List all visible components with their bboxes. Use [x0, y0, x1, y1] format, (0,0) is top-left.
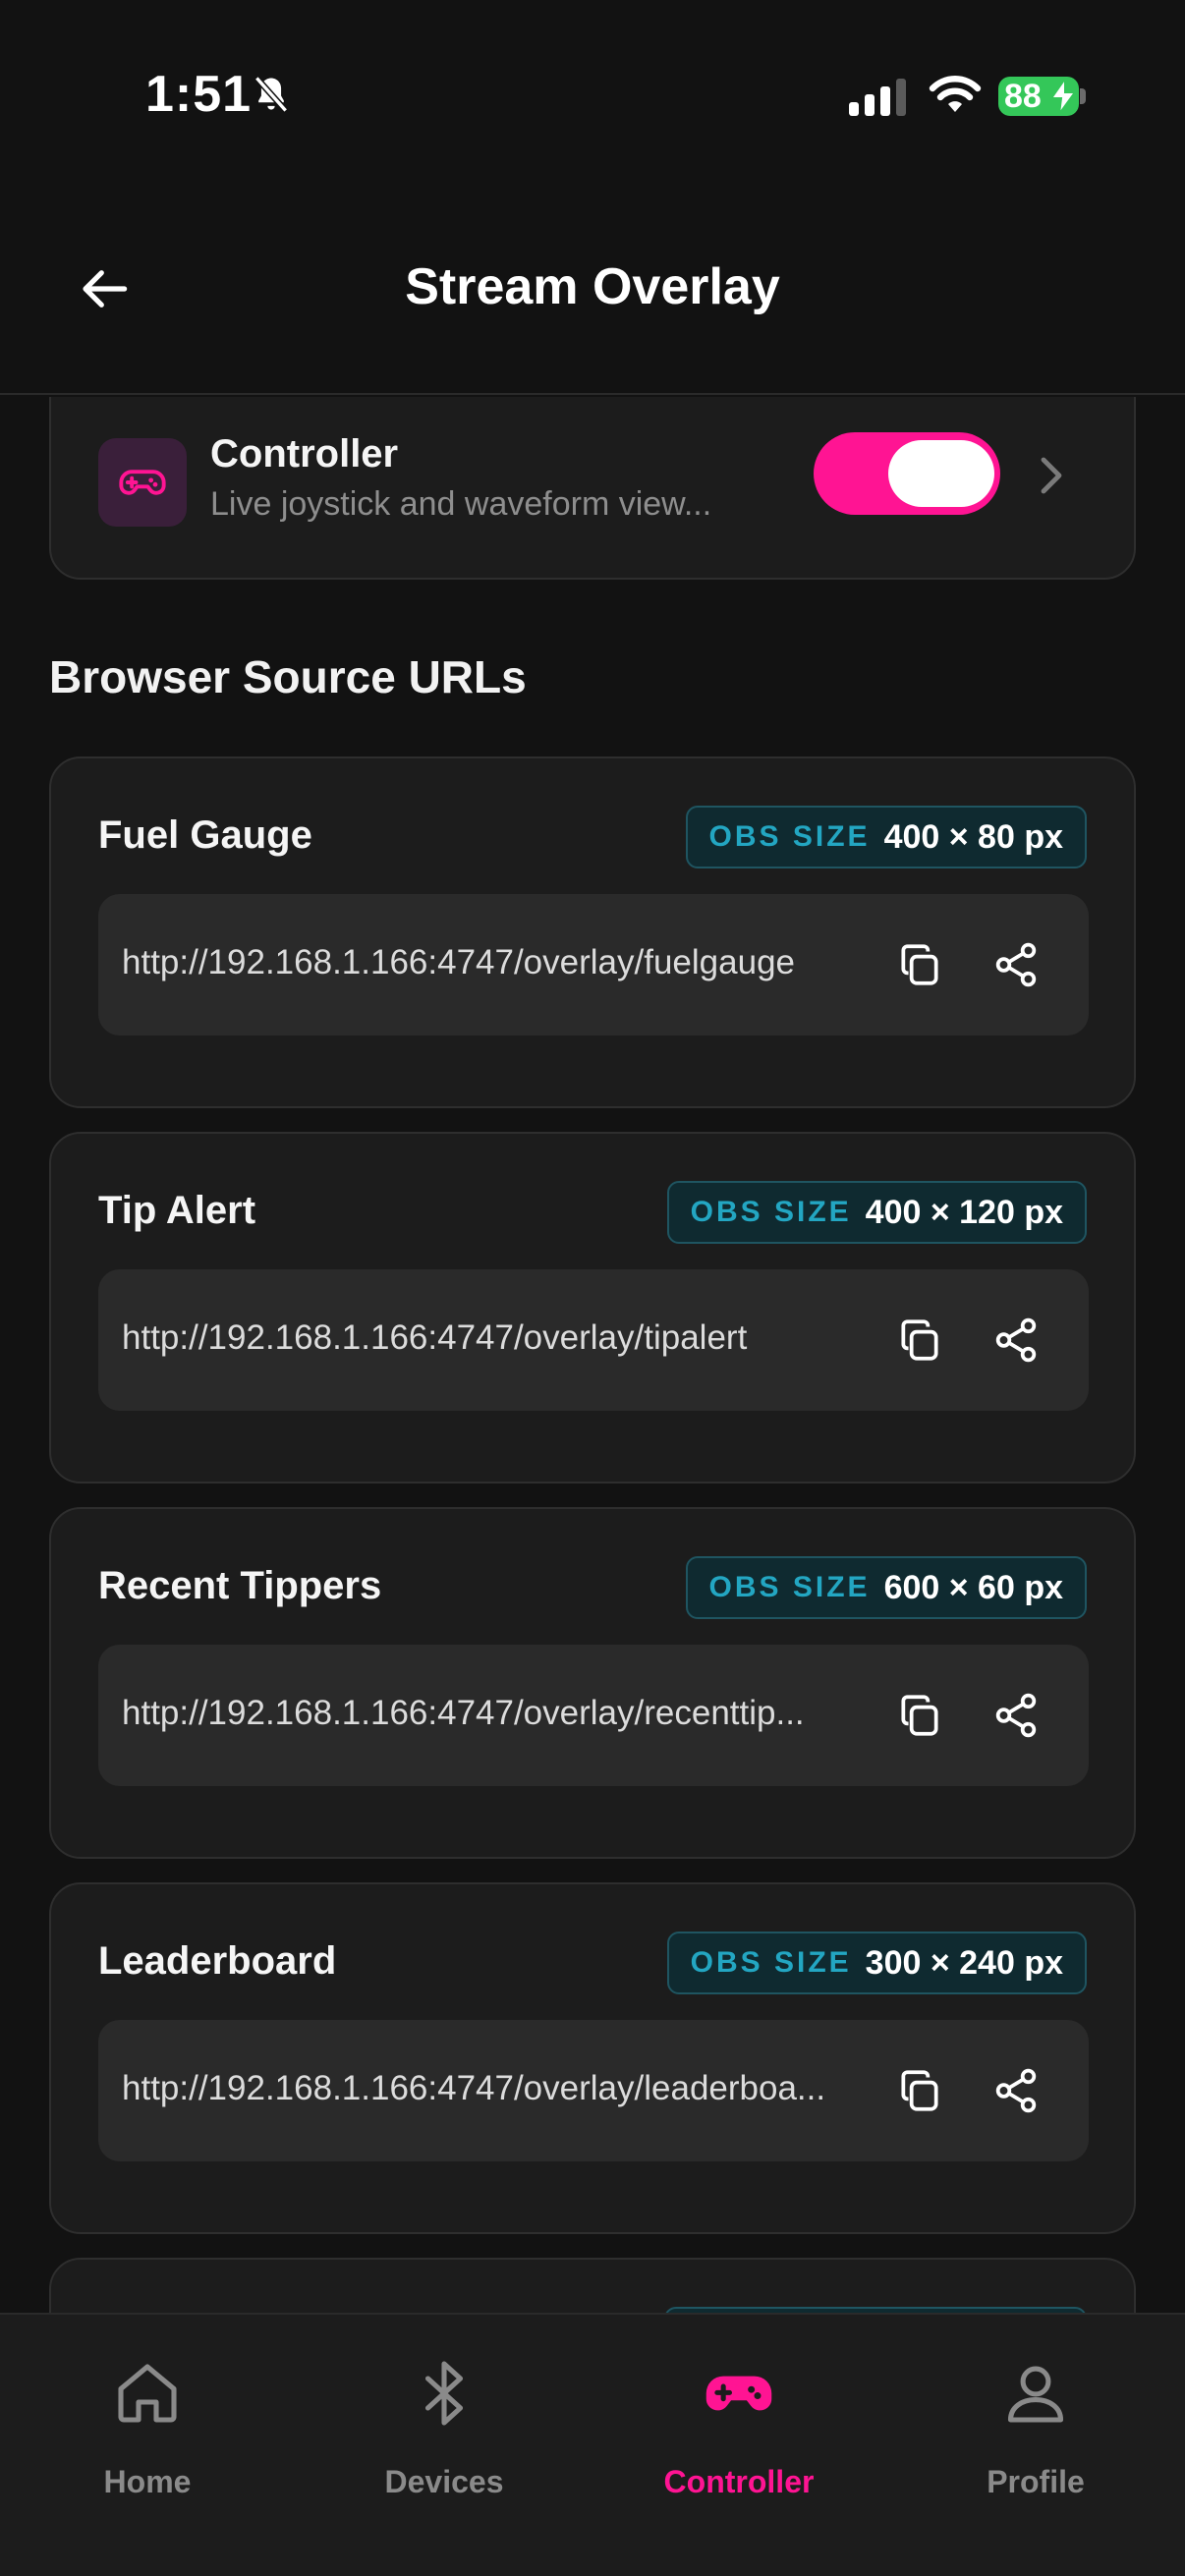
share-icon	[995, 2068, 1037, 2113]
obs-size-label: OBS SIZE	[708, 1571, 871, 1603]
share-url-button[interactable]	[987, 935, 1045, 994]
source-name: Fuel Gauge	[98, 813, 312, 857]
share-icon	[995, 1693, 1037, 1738]
copy-icon	[901, 2070, 938, 2111]
obs-size-label: OBS SIZE	[690, 1946, 852, 1979]
home-icon	[108, 2354, 187, 2433]
source-card-fuel-gauge: Fuel Gauge OBS SIZE 400 × 80 px http://1…	[49, 756, 1136, 1108]
controller-overlay-card[interactable]: Controller Live joystick and waveform vi…	[49, 397, 1136, 580]
gamepad-icon	[700, 2354, 778, 2433]
bottom-nav: Home Devices Controller Profile	[0, 2313, 1185, 2576]
source-card-leaderboard: Leaderboard OBS SIZE 300 × 240 px http:/…	[49, 1882, 1136, 2234]
share-url-button[interactable]	[987, 1311, 1045, 1370]
share-url-button[interactable]	[987, 1686, 1045, 1745]
url-box: http://192.168.1.166:4747/overlay/leader…	[98, 2020, 1089, 2161]
nav-item-profile[interactable]: Profile	[918, 2342, 1154, 2539]
share-icon	[995, 1317, 1037, 1363]
source-name: Tip Alert	[98, 1189, 256, 1232]
header: Stream Overlay	[0, 196, 1185, 395]
source-card-partial	[49, 2258, 1136, 2313]
obs-size-badge: OBS SIZE 400 × 80 px	[685, 806, 1087, 868]
battery-level: 88	[1004, 77, 1042, 115]
source-card-tip-alert: Tip Alert OBS SIZE 400 × 120 px http://1…	[49, 1132, 1136, 1484]
chevron-right-icon[interactable]	[1034, 456, 1069, 495]
obs-size-badge: OBS SIZE 400 × 120 px	[666, 1181, 1087, 1244]
section-title: Browser Source URLs	[49, 651, 527, 702]
source-url[interactable]: http://192.168.1.166:4747/overlay/recent…	[122, 1694, 865, 1733]
copy-url-button[interactable]	[890, 1311, 949, 1370]
charging-bolt-icon	[1051, 79, 1075, 114]
source-name: Recent Tippers	[98, 1564, 382, 1607]
obs-size-label: OBS SIZE	[690, 1196, 852, 1228]
source-url[interactable]: http://192.168.1.166:4747/overlay/fuelga…	[122, 943, 865, 982]
wifi-icon	[929, 76, 982, 112]
obs-size-badge: OBS SIZE 300 × 240 px	[666, 1932, 1087, 1994]
url-box: http://192.168.1.166:4747/overlay/tipale…	[98, 1269, 1089, 1411]
battery-cap	[1080, 88, 1086, 104]
bluetooth-icon	[405, 2354, 483, 2433]
controller-card-title: Controller	[210, 432, 399, 476]
nav-label-controller: Controller	[663, 2464, 815, 2499]
obs-size-value: 300 × 240 px	[865, 1943, 1063, 1982]
copy-icon	[901, 1319, 938, 1361]
share-url-button[interactable]	[987, 2061, 1045, 2120]
copy-url-button[interactable]	[890, 1686, 949, 1745]
nav-label-devices: Devices	[384, 2464, 504, 2499]
nav-item-controller[interactable]: Controller	[621, 2342, 857, 2539]
controller-icon-box	[98, 438, 187, 527]
url-box: http://192.168.1.166:4747/overlay/recent…	[98, 1645, 1089, 1786]
nav-label-profile: Profile	[987, 2464, 1085, 2499]
nav-item-home[interactable]: Home	[29, 2342, 265, 2539]
nav-item-devices[interactable]: Devices	[326, 2342, 562, 2539]
nav-label-home: Home	[103, 2464, 192, 2499]
source-url[interactable]: http://192.168.1.166:4747/overlay/leader…	[122, 2069, 865, 2108]
copy-icon	[901, 944, 938, 985]
source-card-recent-tippers: Recent Tippers OBS SIZE 600 × 60 px http…	[49, 1507, 1136, 1859]
obs-size-value: 400 × 120 px	[865, 1193, 1063, 1231]
cellular-signal-icon	[849, 79, 906, 116]
source-name: Leaderboard	[98, 1939, 337, 1983]
obs-size-value: 400 × 80 px	[883, 817, 1063, 856]
obs-size-badge: OBS SIZE 600 × 60 px	[685, 1556, 1087, 1619]
page-title: Stream Overlay	[405, 258, 780, 315]
content-scroll[interactable]: Controller Live joystick and waveform vi…	[0, 397, 1185, 2313]
controller-overlay-toggle[interactable]	[814, 432, 1000, 515]
url-box: http://192.168.1.166:4747/overlay/fuelga…	[98, 894, 1089, 1036]
source-url[interactable]: http://192.168.1.166:4747/overlay/tipale…	[122, 1318, 865, 1358]
person-icon	[996, 2354, 1075, 2433]
copy-url-button[interactable]	[890, 935, 949, 994]
share-icon	[995, 942, 1037, 987]
status-bar: 1:51 88	[0, 0, 1185, 196]
bell-muted-icon	[254, 76, 289, 113]
toggle-knob	[888, 440, 994, 507]
gamepad-icon	[119, 470, 166, 495]
controller-card-subtitle: Live joystick and waveform view...	[210, 485, 712, 523]
status-time: 1:51	[145, 66, 253, 123]
copy-icon	[901, 1695, 938, 1736]
obs-size-value: 600 × 60 px	[883, 1568, 1063, 1606]
obs-size-label: OBS SIZE	[708, 820, 871, 853]
copy-url-button[interactable]	[890, 2061, 949, 2120]
